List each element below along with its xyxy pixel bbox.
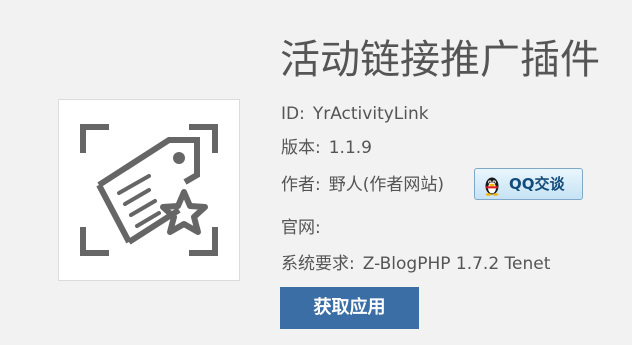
author-label: 作者: <box>281 175 321 195</box>
plugin-title: 活动链接推广插件 <box>280 37 600 83</box>
version-row: 版本: 1.1.9 <box>281 136 372 160</box>
plugin-id-row: ID: YrActivityLink <box>281 102 429 126</box>
author-row: 作者: 野人(作者网站) <box>281 173 444 197</box>
plugin-icon-frame <box>58 99 240 281</box>
qq-penguin-icon <box>485 177 499 196</box>
tag-star-icon <box>80 124 218 256</box>
website-row: 官网: <box>281 216 329 240</box>
qq-chat-label: QQ交谈 <box>509 175 565 193</box>
website-label: 官网: <box>281 218 321 238</box>
requirement-row: 系统要求: Z-BlogPHP 1.7.2 Tenet <box>281 252 550 276</box>
requirement-value: Z-BlogPHP 1.7.2 Tenet <box>362 254 551 274</box>
id-label: ID: <box>281 104 305 124</box>
version-value: 1.1.9 <box>328 138 372 158</box>
id-value: YrActivityLink <box>312 104 429 124</box>
get-app-button[interactable]: 获取应用 <box>280 287 419 329</box>
version-label: 版本: <box>281 138 321 158</box>
author-link[interactable]: 野人(作者网站) <box>329 175 444 195</box>
qq-chat-button[interactable]: QQ交谈 <box>474 168 583 200</box>
requirement-label: 系统要求: <box>281 254 355 274</box>
